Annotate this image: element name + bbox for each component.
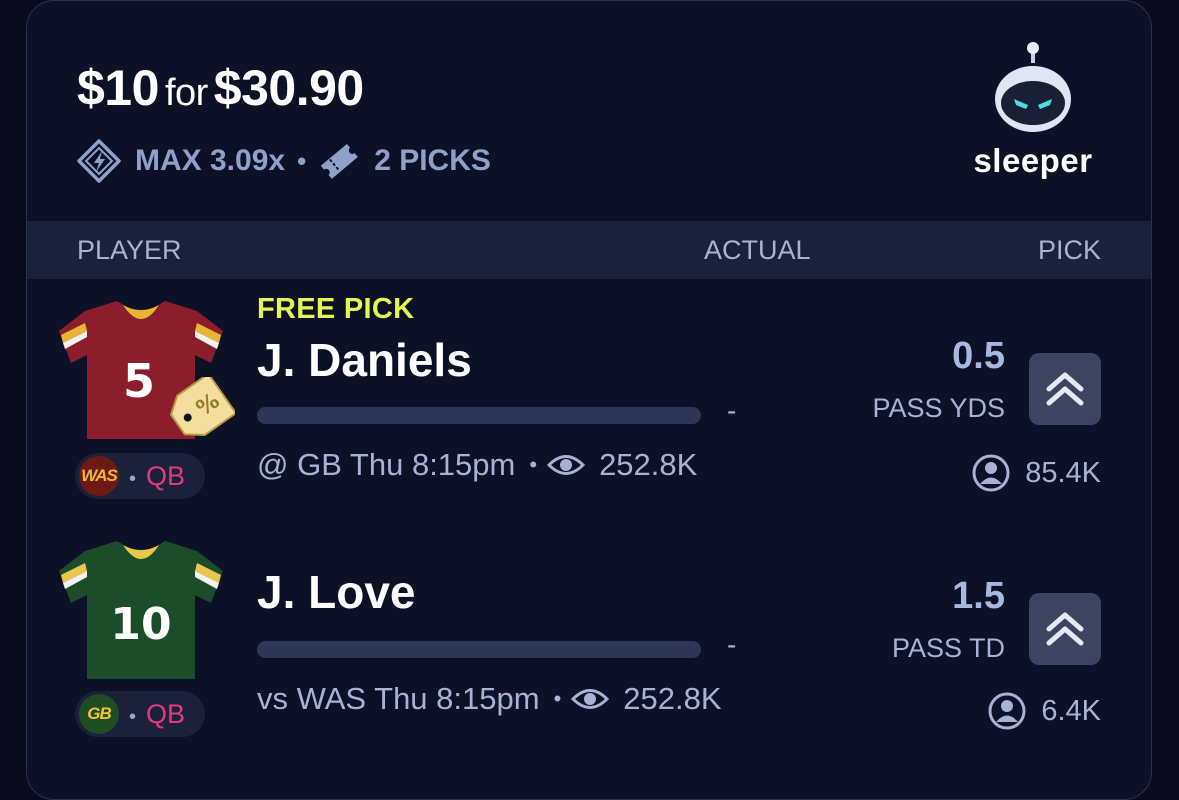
ticket-icon (321, 143, 358, 179)
player-position: QB (146, 460, 186, 491)
pick-more-button[interactable] (1029, 593, 1101, 665)
sleeper-logo: sleeper (963, 41, 1103, 180)
diamond-bolt-icon (77, 139, 121, 183)
team-logo: GB (79, 694, 119, 734)
actual-value: - (727, 395, 737, 426)
column-pick: PICK (1037, 234, 1101, 265)
projection-line: 1.5 (952, 575, 1005, 617)
payout-summary: $10 for $30.90 (77, 59, 364, 117)
free-pick-badge: FREE PICK (257, 293, 415, 325)
stat-type: PASS YDS (872, 393, 1005, 423)
column-player: PLAYER (77, 234, 182, 265)
pickers-value: 85.4K (1025, 456, 1101, 489)
double-chevron-up-icon (1046, 372, 1084, 406)
user-circle-icon (972, 454, 1010, 492)
game-text: @ GB Thu 8:15pm (257, 447, 516, 482)
game-text: vs WAS Thu 8:15pm (257, 681, 540, 716)
stake-amount: $10 (77, 60, 159, 116)
brand-name: sleeper (973, 142, 1093, 179)
team-position-tag: GB • QB (75, 691, 205, 737)
view-count: 252.8K (599, 447, 698, 482)
picks-count: 2 PICKS (374, 144, 491, 177)
progress-bar (257, 407, 701, 424)
actual-value: - (727, 629, 737, 660)
stat-type: PASS TD (891, 633, 1005, 663)
jersey-icon: 10 (59, 541, 223, 679)
game-info: vs WAS Thu 8:15pm • 252.8K (257, 681, 722, 716)
double-chevron-up-icon (1046, 612, 1084, 646)
view-count: 252.8K (623, 681, 722, 716)
pick-more-button[interactable] (1029, 353, 1101, 425)
player-row[interactable]: 5 % WAS • QB FREE PICK J. Daniels - @ GB … (27, 289, 1151, 519)
eye-icon (547, 455, 586, 475)
svg-text:5: 5 (123, 354, 155, 408)
entry-card: $10 for $30.90 MAX 3.09x • 2 PICKS sleeper (26, 0, 1152, 800)
column-actual: ACTUAL (704, 234, 811, 265)
entry-meta: MAX 3.09x • 2 PICKS (77, 139, 491, 183)
column-header-bar: PLAYER ACTUAL PICK (27, 221, 1151, 279)
player-position: QB (146, 698, 186, 729)
player-name[interactable]: J. Love (257, 565, 416, 619)
game-info: @ GB Thu 8:15pm • 252.8K (257, 447, 698, 482)
eye-icon (571, 689, 610, 709)
sleeper-robot-icon (995, 42, 1071, 132)
max-multiplier: MAX 3.09x (135, 144, 286, 177)
player-row[interactable]: 10 GB • QB J. Love - vs WAS Thu 8:15pm • … (27, 529, 1151, 759)
payout-amount: $30.90 (213, 60, 364, 116)
projection-line: 0.5 (952, 335, 1005, 377)
progress-bar (257, 641, 701, 658)
pickers-count: 6.4K (987, 691, 1101, 731)
pickers-value: 6.4K (1041, 694, 1101, 727)
pickers-count: 85.4K (971, 453, 1101, 493)
team-position-tag: WAS • QB (75, 453, 205, 499)
discount-tag-icon: % (169, 377, 235, 436)
player-name[interactable]: J. Daniels (257, 333, 472, 387)
connector-text: for (164, 72, 208, 114)
team-logo: WAS (79, 456, 119, 496)
user-circle-icon (988, 692, 1026, 730)
svg-text:10: 10 (110, 599, 171, 650)
